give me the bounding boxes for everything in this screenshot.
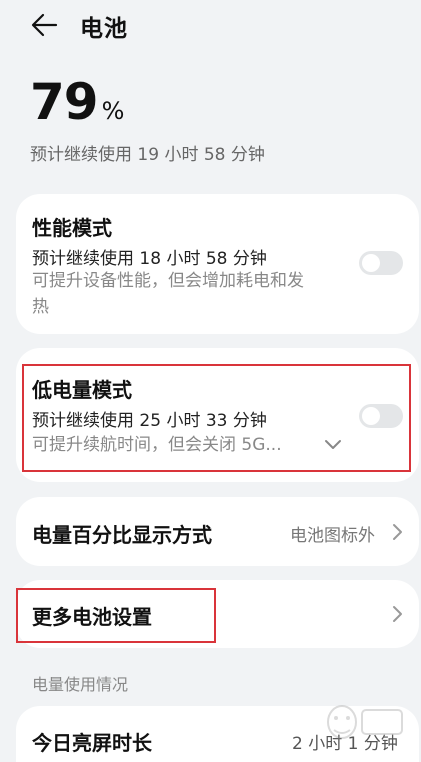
toggle-knob [362,407,380,425]
chevron-down-icon[interactable] [324,439,342,451]
battery-settings-page: 电池 79% 预计继续使用 19 小时 58 分钟 性能模式 预计继续使用 18… [0,0,421,762]
performance-mode-desc-line1: 可提升设备性能，但会增加耗电和发 [32,271,304,291]
battery-estimate: 预计继续使用 19 小时 58 分钟 [30,145,265,165]
screen-time-title: 今日亮屏时长 [32,731,152,755]
low-power-mode-title: 低电量模式 [32,378,132,402]
back-button[interactable] [28,10,62,40]
performance-mode-title: 性能模式 [32,216,112,240]
low-power-mode-desc: 可提升续航时间，但会关闭 5G... [32,435,282,455]
low-power-mode-estimate: 预计继续使用 25 小时 33 分钟 [32,411,267,431]
battery-percent-unit: % [101,97,125,125]
percentage-display-title: 电量百分比显示方式 [32,523,212,547]
usage-section-label: 电量使用情况 [32,675,129,694]
arrow-left-icon [31,13,58,37]
page-title: 电池 [80,16,128,42]
percentage-display-row[interactable]: 电量百分比显示方式 电池图标外 [16,497,419,566]
toggle-knob [362,254,380,272]
more-battery-settings-title: 更多电池设置 [32,605,152,629]
chevron-right-icon [393,606,402,622]
watermark-logo [327,705,403,739]
performance-mode-estimate: 预计继续使用 18 小时 58 分钟 [32,249,267,269]
battery-percent-value: 79 [30,73,99,131]
percentage-display-value: 电池图标外 [290,526,375,546]
chevron-right-icon [393,524,402,540]
low-power-mode-toggle[interactable] [359,404,403,428]
performance-mode-desc-line2: 热 [32,297,49,317]
header: 电池 [0,0,421,50]
performance-mode-toggle[interactable] [359,251,403,275]
battery-percentage: 79% [30,72,124,132]
more-battery-settings-row[interactable]: 更多电池设置 [16,580,419,648]
low-power-mode-card[interactable]: 低电量模式 预计继续使用 25 小时 33 分钟 可提升续航时间，但会关闭 5G… [16,348,419,482]
performance-mode-card[interactable]: 性能模式 预计继续使用 18 小时 58 分钟 可提升设备性能，但会增加耗电和发… [16,194,419,334]
